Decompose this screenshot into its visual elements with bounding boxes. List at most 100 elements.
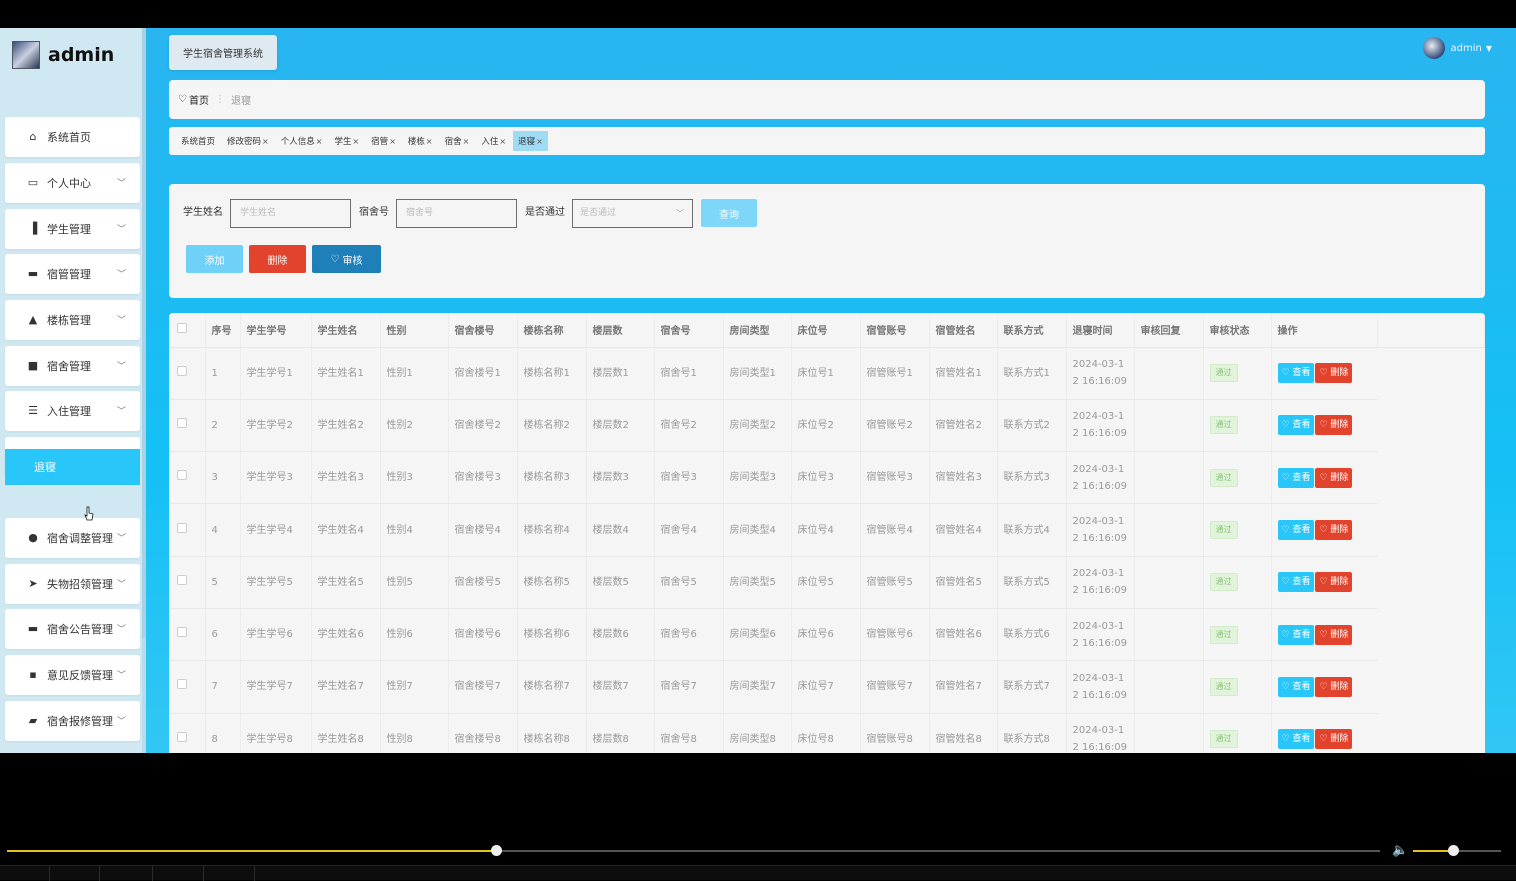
sidebar-item-7[interactable]: ☰ 入住管理 ﹀ <box>5 391 140 431</box>
review-button[interactable]: ♡ 审核 <box>312 245 381 273</box>
row-checkbox[interactable] <box>177 574 187 585</box>
close-icon[interactable]: × <box>463 137 470 146</box>
sidebar-item-2[interactable]: ▭ 个人中心 ﹀ <box>5 163 140 203</box>
close-icon[interactable]: × <box>536 137 543 146</box>
tag-2[interactable]: 修改密码 × <box>222 131 274 151</box>
row-delete-button[interactable]: ♡ 删除 <box>1315 624 1353 645</box>
sidebar-item-6[interactable]: ■ 宿舍管理 ﹀ <box>5 346 140 386</box>
row-delete-button[interactable]: ♡ 删除 <box>1315 572 1353 593</box>
table-cell: 宿管姓名1 <box>929 347 998 400</box>
tag-6[interactable]: 楼栋 × <box>403 131 438 151</box>
volume-knob[interactable] <box>1447 845 1459 856</box>
user-menu[interactable]: admin ▼ <box>1422 37 1492 59</box>
table-cell: 联系方式7 <box>997 660 1067 714</box>
sidebar-scrollbar-track[interactable] <box>142 28 146 753</box>
close-icon[interactable]: × <box>262 137 269 146</box>
row-checkbox[interactable] <box>177 522 187 533</box>
operations-cell: ♡ 查看 ♡ 删除 <box>1271 399 1378 453</box>
sidebar-item-11[interactable]: ▬ 宿舍公告管理 ﹀ <box>5 609 140 649</box>
tag-7[interactable]: 宿舍 × <box>440 131 475 151</box>
user-name[interactable]: admin <box>1451 43 1482 54</box>
view-button[interactable]: ♡ 查看 <box>1277 520 1315 541</box>
tag-9[interactable]: 退寝 × <box>513 131 548 151</box>
row-checkbox[interactable] <box>177 365 187 376</box>
tag-1[interactable]: 系统首页 <box>176 131 220 151</box>
delete-button[interactable]: 删除 <box>249 245 306 273</box>
tag-4[interactable]: 学生 × <box>329 131 364 151</box>
tag-5[interactable]: 宿管 × <box>366 131 401 151</box>
row-delete-button[interactable]: ♡ 删除 <box>1315 676 1353 697</box>
status-badge: 通过 <box>1209 468 1238 487</box>
view-button[interactable]: ♡ 查看 <box>1277 415 1315 436</box>
close-icon[interactable]: × <box>352 137 359 146</box>
user-avatar[interactable] <box>1422 37 1445 59</box>
table-cell: 宿管姓名5 <box>929 556 998 609</box>
tag-3[interactable]: 个人信息 × <box>276 131 328 151</box>
view-button[interactable]: ♡ 查看 <box>1277 729 1315 750</box>
row-checkbox[interactable] <box>177 470 187 481</box>
row-checkbox[interactable] <box>177 731 187 742</box>
sidebar-item-13[interactable]: ▰ 宿舍报修管理 ﹀ <box>5 701 140 741</box>
sidebar-item-10[interactable]: ➤ 失物招领管理 ﹀ <box>5 564 140 604</box>
heart-icon: ♡ <box>1281 525 1293 536</box>
select-all-checkbox[interactable] <box>177 323 187 334</box>
table-cell: 2024-03-12 16:16:09 <box>1066 503 1135 557</box>
view-button[interactable]: ♡ 查看 <box>1277 676 1315 697</box>
breadcrumb-home[interactable]: 首页 <box>189 92 209 107</box>
dorm-no-input[interactable]: 宿舍号 <box>396 199 517 228</box>
table-row: 8 学生学号8 学生姓名8 性别8 宿舍楼号8 楼栋名称8 楼层数8 宿舍号8 房间类型8 床位号… <box>169 713 1485 753</box>
volume-icon[interactable]: 🔈 <box>1392 843 1408 858</box>
heart-icon: ♡ <box>1281 472 1293 483</box>
sidebar-item-label: 入住管理 <box>47 405 91 418</box>
table-row: 7 学生学号7 学生姓名7 性别7 宿舍楼号7 楼栋名称7 楼层数7 宿舍号7 房间类型7 床位号… <box>169 660 1485 714</box>
passed-select[interactable]: 是否通过 ﹀ <box>572 199 693 228</box>
app-window: admin ⌂ 系统首页 ▭ 个人中心 ﹀ ▐ 学生管理 ﹀ ▬ 宿管管理 ﹀ ▲ 楼栋管理 ﹀ ■ 宿舍管理… <box>0 28 1516 753</box>
location-pin-icon: ● <box>28 531 38 544</box>
sidebar-item-12[interactable]: ▪ 意见反馈管理 ﹀ <box>5 655 140 695</box>
video-progress-track[interactable] <box>7 845 1380 856</box>
home-icon: ⌂ <box>29 130 37 143</box>
submenu-item-tuiqin[interactable]: 退寝 <box>5 449 140 485</box>
bar-chart-icon: ▐ <box>28 222 38 235</box>
close-icon[interactable]: × <box>426 137 433 146</box>
row-checkbox[interactable] <box>177 679 187 690</box>
sidebar-scrollbar-thumb[interactable] <box>142 28 146 638</box>
sidebar-item-9[interactable]: ● 宿舍调整管理 ﹀ <box>5 518 140 558</box>
column-header: 性别 <box>380 313 449 348</box>
query-button[interactable]: 查询 <box>701 199 757 227</box>
system-title-button[interactable]: 学生宿舍管理系统 <box>169 35 277 70</box>
row-delete-button[interactable]: ♡ 删除 <box>1315 520 1353 541</box>
close-icon[interactable]: × <box>389 137 396 146</box>
view-button[interactable]: ♡ 查看 <box>1277 363 1315 384</box>
row-delete-button[interactable]: ♡ 删除 <box>1315 729 1353 750</box>
view-button-label: 查看 <box>1292 629 1311 640</box>
caret-down-icon[interactable]: ▼ <box>1486 44 1492 53</box>
table-cell: 2 <box>205 399 241 453</box>
tag-8[interactable]: 入住 × <box>476 131 511 151</box>
sidebar-item-label: 宿舍管理 <box>47 360 91 373</box>
add-button[interactable]: 添加 <box>186 245 243 273</box>
student-name-input[interactable]: 学生姓名 <box>230 199 351 228</box>
sidebar-item-4[interactable]: ▬ 宿管管理 ﹀ <box>5 254 140 294</box>
row-checkbox[interactable] <box>177 417 187 428</box>
row-delete-button[interactable]: ♡ 删除 <box>1315 415 1353 436</box>
row-delete-button[interactable]: ♡ 删除 <box>1315 363 1353 384</box>
close-icon[interactable]: × <box>499 137 506 146</box>
view-button[interactable]: ♡ 查看 <box>1277 624 1315 645</box>
view-button[interactable]: ♡ 查看 <box>1277 572 1315 593</box>
row-checkbox[interactable] <box>177 627 187 638</box>
video-progress-knob[interactable] <box>490 845 502 856</box>
heart-icon: ♡ <box>1281 629 1293 640</box>
sidebar-item-3[interactable]: ▐ 学生管理 ﹀ <box>5 209 140 249</box>
row-delete-button[interactable]: ♡ 删除 <box>1315 467 1353 488</box>
table-cell: 床位号3 <box>791 451 861 505</box>
view-button[interactable]: ♡ 查看 <box>1277 467 1315 488</box>
heart-icon: ♡ <box>1281 734 1293 745</box>
close-icon[interactable]: × <box>316 137 323 146</box>
sidebar-item-1[interactable]: ⌂ 系统首页 <box>5 117 140 157</box>
volume-track[interactable] <box>1413 845 1501 856</box>
operations-cell: ♡ 查看 ♡ 删除 <box>1271 660 1378 714</box>
table-cell: 床位号5 <box>791 556 861 609</box>
sidebar-item-5[interactable]: ▲ 楼栋管理 ﹀ <box>5 300 140 340</box>
table-cell: 楼层数4 <box>586 503 655 557</box>
